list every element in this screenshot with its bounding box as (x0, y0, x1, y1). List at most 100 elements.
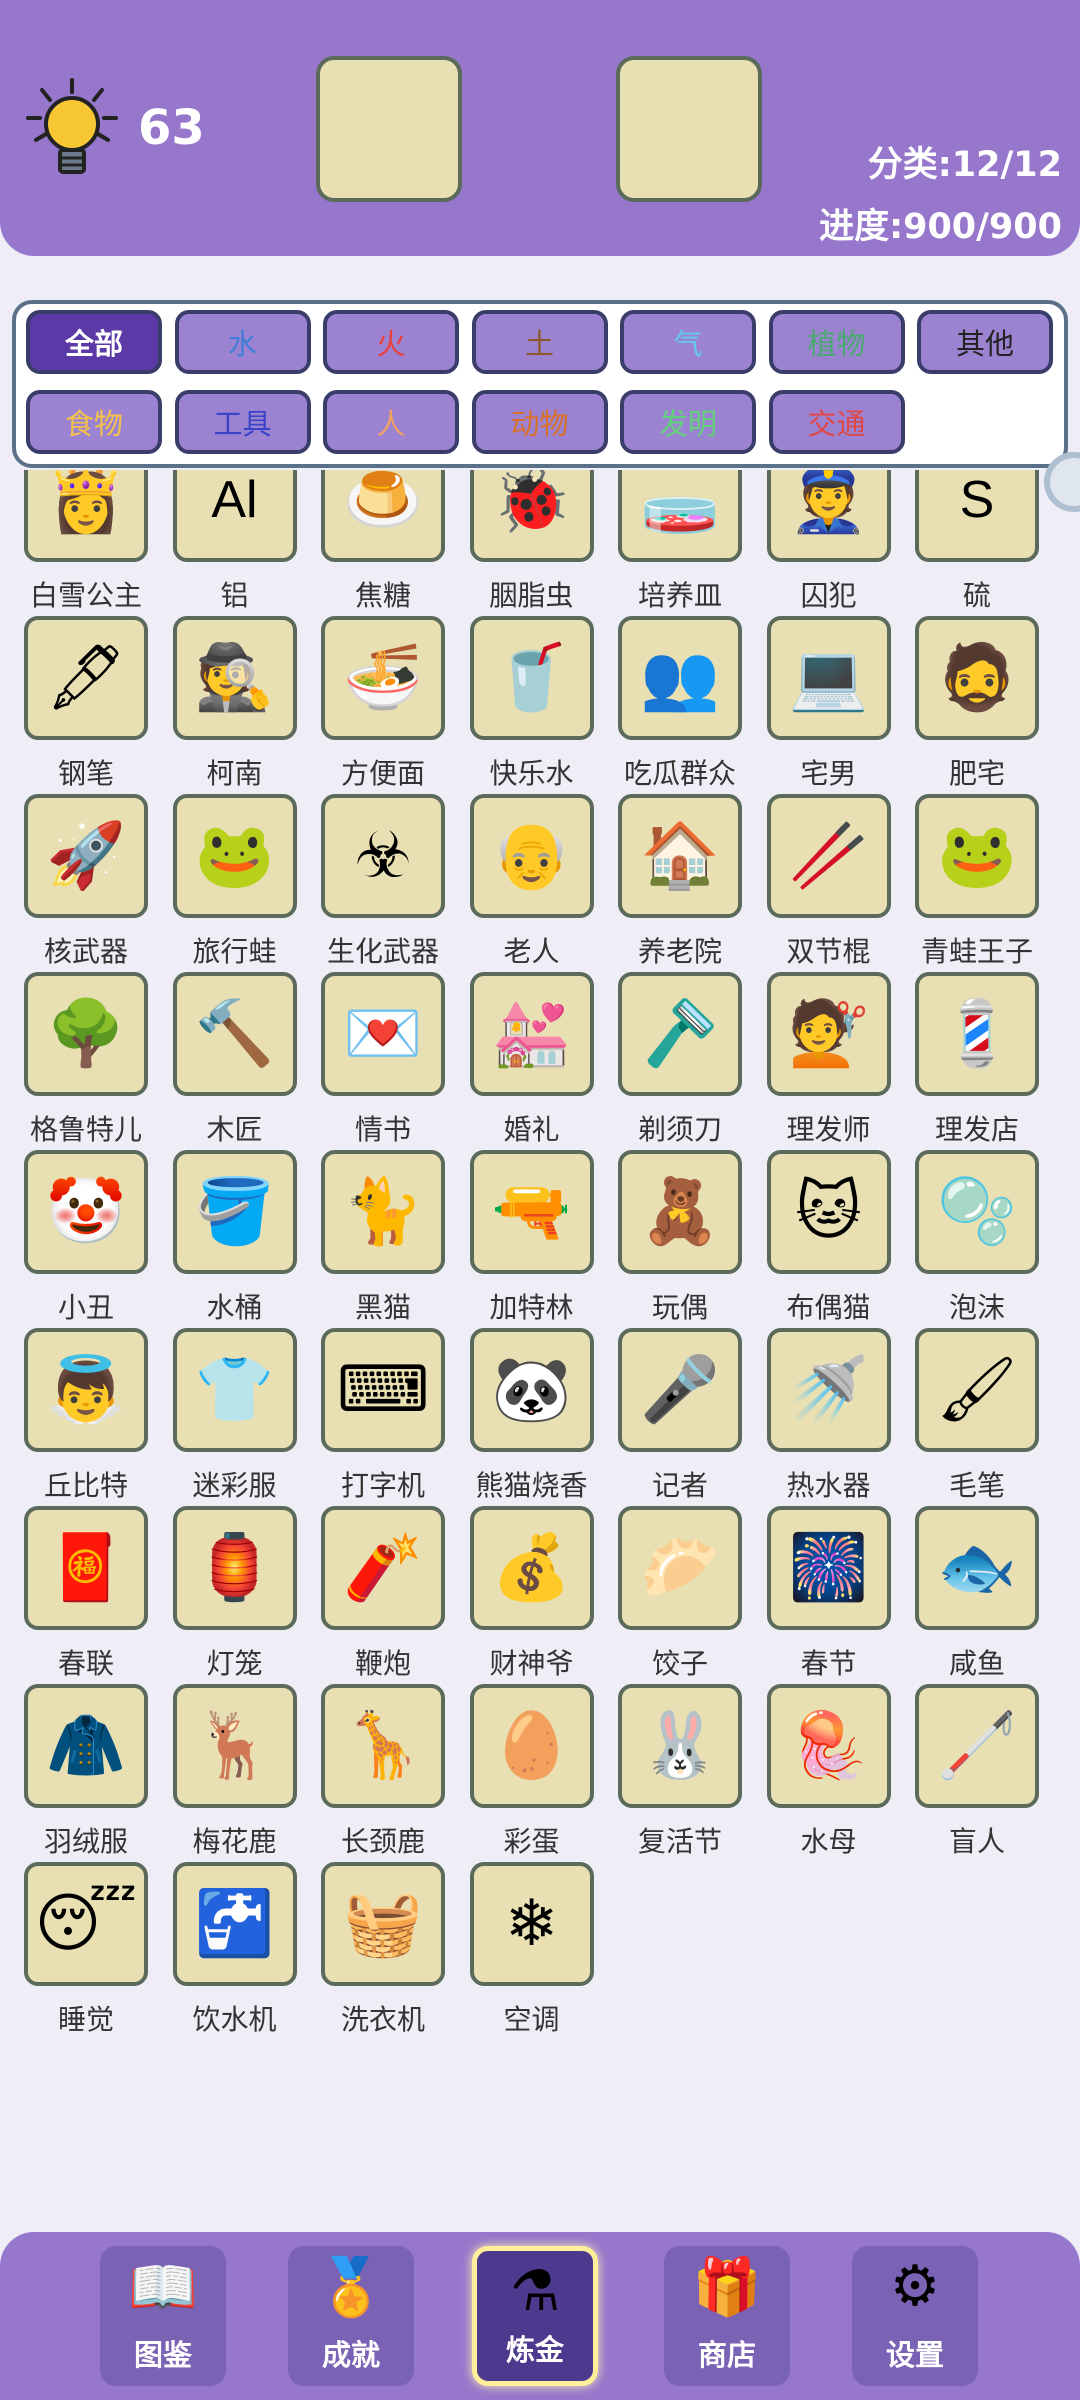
element-item[interactable]: 🪒 剃须刀 (606, 972, 754, 1150)
element-item[interactable]: 👥 吃瓜群众 (606, 616, 754, 794)
element-item[interactable]: 🍮 焦糖 (309, 470, 457, 616)
element-label: 打字机 (340, 1469, 425, 1502)
element-item[interactable]: 🔨 木匠 (161, 972, 309, 1150)
element-item[interactable]: 💇 理发师 (755, 972, 903, 1150)
element-item[interactable]: 🧔 肥宅 (903, 616, 1051, 794)
filter-tab[interactable]: 其他 (917, 310, 1053, 374)
element-item[interactable]: 👕 迷彩服 (161, 1328, 309, 1506)
filter-tab[interactable]: 交通 (768, 390, 905, 454)
element-item[interactable]: 🐸 旅行蛙 (161, 794, 309, 972)
nav-4[interactable]: ⚙ 设置 (852, 2246, 978, 2386)
element-item[interactable]: 🐈 黑猫 (309, 1150, 457, 1328)
element-label: 双节棍 (786, 935, 871, 968)
element-item[interactable]: 🐰 复活节 (606, 1684, 754, 1862)
element-item[interactable]: 🖋 钢笔 (12, 616, 160, 794)
element-item[interactable]: 👸 白雪公主 (12, 470, 160, 616)
element-item[interactable]: 🕵 柯南 (161, 616, 309, 794)
element-item[interactable]: 👴 老人 (458, 794, 606, 972)
combine-slot-1[interactable] (316, 56, 462, 202)
element-item[interactable]: 🥤 快乐水 (458, 616, 606, 794)
filter-tab[interactable]: 工具 (174, 390, 311, 454)
filter-tab[interactable]: 土 (471, 310, 608, 374)
element-item[interactable]: 🐸 青蛙王子 (903, 794, 1051, 972)
element-icon: 🌳 (24, 972, 148, 1096)
element-icon: 🍮 (321, 470, 445, 562)
element-item[interactable]: 🦒 长颈鹿 (309, 1684, 457, 1862)
element-item[interactable]: 👼 丘比特 (12, 1328, 160, 1506)
element-item[interactable]: ☣ 生化武器 (309, 794, 457, 972)
element-item[interactable]: 🦯 盲人 (903, 1684, 1051, 1862)
element-item[interactable]: 🥚 彩蛋 (458, 1684, 606, 1862)
filter-tab[interactable]: 人 (323, 390, 459, 454)
nav-0[interactable]: 📖 图鉴 (100, 2246, 226, 2386)
nav-1[interactable]: 🏅 成就 (288, 2246, 414, 2386)
element-item[interactable]: 🪣 水桶 (161, 1150, 309, 1328)
element-item[interactable]: 💒 婚礼 (458, 972, 606, 1150)
element-item[interactable]: 🚿 热水器 (755, 1328, 903, 1506)
element-item[interactable]: 🎤 记者 (606, 1328, 754, 1506)
element-icon: 🪼 (766, 1684, 891, 1808)
element-item[interactable]: 👮 囚犯 (755, 470, 903, 616)
element-item[interactable]: 🏠 养老院 (606, 794, 754, 972)
element-icon: 🔨 (172, 972, 297, 1096)
nav-icon: ⚙ (889, 2254, 941, 2319)
filter-tab[interactable]: 发明 (620, 390, 756, 454)
element-item[interactable]: ❄ 空调 (458, 1862, 606, 2040)
element-icon: 💻 (766, 616, 891, 740)
element-item[interactable]: 🧸 玩偶 (606, 1150, 754, 1328)
lightbulb-hint-icon[interactable] (22, 76, 122, 186)
element-item[interactable]: 🧫 培养皿 (606, 470, 754, 616)
element-item[interactable]: 😴 睡觉 (12, 1862, 160, 2040)
element-item[interactable]: 🫧 泡沫 (903, 1150, 1051, 1328)
element-label: 记者 (651, 1469, 708, 1502)
element-label: 青蛙王子 (920, 935, 1033, 968)
filter-tab[interactable]: 食物 (26, 390, 162, 454)
element-icon: 🏠 (618, 794, 742, 918)
filter-tab[interactable]: 全部 (26, 310, 162, 374)
element-label: 鞭炮 (354, 1647, 411, 1680)
filter-tab[interactable]: 火 (323, 310, 459, 374)
element-item[interactable]: 🐼 熊猫烧香 (458, 1328, 606, 1506)
category-filter-panel: 全部水火土气植物 其他食物 工具人动物 发明 交通 (12, 300, 1068, 468)
nav-2[interactable]: ⚗ 炼金 (472, 2246, 598, 2386)
element-item[interactable]: 🖌 毛笔 (903, 1328, 1051, 1506)
element-item[interactable]: 🐟 咸鱼 (903, 1506, 1051, 1684)
element-icon: 🎆 (766, 1506, 891, 1630)
element-item[interactable]: 🎆 春节 (755, 1506, 903, 1684)
element-item[interactable]: 🦌 梅花鹿 (161, 1684, 309, 1862)
element-item[interactable]: 💌 情书 (309, 972, 457, 1150)
filter-tab[interactable]: 气 (620, 310, 756, 374)
element-item[interactable]: 💻 宅男 (755, 616, 903, 794)
element-label: 丘比特 (43, 1469, 128, 1502)
element-item[interactable]: 🐞 胭脂虫 (458, 470, 606, 616)
element-item[interactable]: 🥟 饺子 (606, 1506, 754, 1684)
element-item[interactable]: 🚀 核武器 (12, 794, 160, 972)
element-item[interactable]: S硫 (903, 470, 1051, 616)
element-icon: 🥢 (766, 794, 891, 918)
element-item[interactable]: 🧥 羽绒服 (12, 1684, 160, 1862)
element-item[interactable]: 🥢 双节棍 (755, 794, 903, 972)
element-item[interactable]: ⌨ 打字机 (309, 1328, 457, 1506)
element-icon: 🚰 (172, 1862, 297, 1986)
element-item[interactable]: 🏮 灯笼 (161, 1506, 309, 1684)
element-item[interactable]: Al 铝 (161, 470, 309, 616)
nav-3[interactable]: 🎁 商店 (664, 2246, 790, 2386)
filter-tab[interactable]: 水 (174, 310, 311, 374)
element-item[interactable]: 🪼 水母 (755, 1684, 903, 1862)
element-item[interactable]: 🔫 加特林 (458, 1150, 606, 1328)
element-item[interactable]: 💰 财神爷 (458, 1506, 606, 1684)
filter-tab[interactable]: 植物 (768, 310, 905, 374)
element-label: 春节 (800, 1647, 857, 1680)
element-icon: 🤡 (24, 1150, 148, 1274)
element-item[interactable]: 🐱 布偶猫 (755, 1150, 903, 1328)
element-item[interactable]: 🤡 小丑 (12, 1150, 160, 1328)
element-item[interactable]: 🚰 饮水机 (161, 1862, 309, 2040)
element-item[interactable]: 💈 理发店 (903, 972, 1051, 1150)
element-item[interactable]: 🍜 方便面 (309, 616, 457, 794)
element-item[interactable]: 🧨 鞭炮 (309, 1506, 457, 1684)
element-item[interactable]: 🧧 春联 (12, 1506, 160, 1684)
element-item[interactable]: 🌳 格鲁特儿 (12, 972, 160, 1150)
element-item[interactable]: 🧺 洗衣机 (309, 1862, 457, 2040)
filter-tab[interactable]: 动物 (471, 390, 608, 454)
combine-slot-2[interactable] (616, 56, 762, 202)
